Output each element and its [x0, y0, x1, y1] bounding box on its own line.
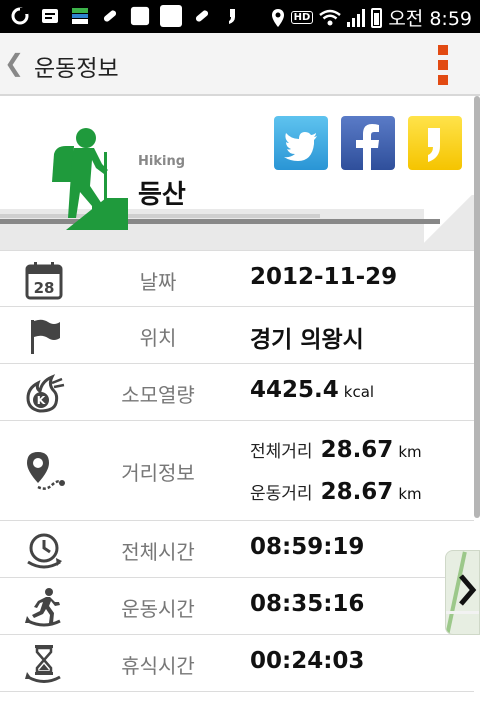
info-row-total-time: 전체시간 08:59:19: [0, 521, 474, 578]
activity-info-list: 28 날짜 2012-11-29 위치 경기 의왕시 K 소모열량 4425.4…: [0, 250, 474, 692]
location-value: 경기 의왕시: [250, 327, 364, 353]
exercise-distance-unit: km: [398, 485, 422, 503]
status-bar: HD 오전 8:59: [0, 0, 480, 33]
info-row-location: 위치 경기 의왕시: [0, 307, 474, 364]
calories-value: 4425.4: [250, 377, 339, 403]
exercise-time-label: 운동시간: [121, 597, 195, 621]
hiker-icon: [52, 128, 128, 230]
overflow-menu-icon[interactable]: [438, 45, 450, 85]
pill-icon-2: [192, 5, 212, 27]
twitter-bird-icon: [284, 132, 317, 161]
calories-value-group: 4425.4 kcal: [250, 377, 374, 403]
share-twitter-button[interactable]: [274, 116, 328, 170]
back-chevron-icon[interactable]: ❮: [4, 49, 24, 77]
rest-time-value: 00:24:03: [250, 648, 365, 674]
share-kakao-button[interactable]: [408, 116, 462, 170]
news-icon: [70, 5, 90, 27]
location-label: 위치: [139, 326, 177, 350]
page-title: 운동정보: [34, 56, 119, 82]
status-clock: 오전 8:59: [388, 8, 472, 30]
info-row-date: 28 날짜 2012-11-29: [0, 250, 474, 307]
location-status-icon: [271, 8, 284, 27]
svg-text:K: K: [37, 394, 46, 407]
chevron-right-icon[interactable]: [456, 572, 478, 608]
calories-label: 소모열량: [121, 383, 195, 407]
info-row-exercise-time: 운동시간 08:35:16: [0, 578, 474, 635]
date-value: 2012-11-29: [250, 264, 398, 290]
date-label: 날짜: [139, 270, 177, 294]
total-distance-line: 전체거리 28.67 km: [250, 437, 422, 463]
hd-voice-badge: HD: [290, 11, 314, 24]
kakao-notification-icon: [222, 5, 242, 27]
exercise-time-value: 08:35:16: [250, 591, 365, 617]
share-facebook-button[interactable]: [341, 116, 395, 170]
activity-header: Hiking 등산: [0, 96, 474, 250]
rest-time-label: 휴식시간: [121, 654, 195, 678]
calendar-icon: 28: [25, 262, 63, 300]
blank-notification-icon: [160, 5, 182, 27]
info-row-rest-time: 휴식시간 00:24:03: [0, 635, 474, 692]
running-icon: [25, 588, 61, 627]
total-time-value: 08:59:19: [250, 534, 365, 560]
signal-strength-icon: [347, 8, 366, 27]
info-row-calories: K 소모열량 4425.4 kcal: [0, 364, 474, 421]
pill-icon: [100, 5, 120, 27]
stopwatch-icon: [27, 533, 62, 569]
location-pin-icon: [27, 452, 65, 490]
facebook-f-icon: [356, 124, 379, 170]
scrollbar[interactable]: [474, 96, 480, 518]
activity-name-en: Hiking: [138, 154, 185, 169]
calendar-day-text: 28: [34, 279, 55, 297]
exercise-distance-label: 운동거리: [250, 484, 313, 504]
calorie-fire-icon: K: [26, 374, 65, 413]
calories-unit: kcal: [343, 383, 375, 401]
badge-count-icon: [130, 5, 150, 27]
flag-icon: [31, 319, 60, 354]
exercise-distance-line: 운동거리 28.67 km: [250, 479, 422, 505]
activity-name-ko: 등산: [138, 180, 186, 210]
distance-label: 거리정보: [121, 461, 195, 485]
total-distance-value: 28.67: [320, 437, 394, 463]
hourglass-icon: [25, 645, 61, 683]
action-bar: ❮ 운동정보: [0, 33, 480, 96]
kakao-story-icon: [428, 128, 440, 162]
total-distance-label: 전체거리: [250, 442, 313, 462]
info-row-distance: 거리정보 전체거리 28.67 km 운동거리 28.67 km: [0, 421, 474, 521]
battery-icon: [371, 7, 383, 28]
total-distance-unit: km: [398, 443, 422, 461]
total-time-label: 전체시간: [121, 540, 195, 564]
wifi-icon: [319, 9, 342, 25]
message-icon: [40, 5, 60, 27]
exercise-distance-value: 28.67: [320, 479, 394, 505]
app-notification-icon: [10, 5, 30, 27]
